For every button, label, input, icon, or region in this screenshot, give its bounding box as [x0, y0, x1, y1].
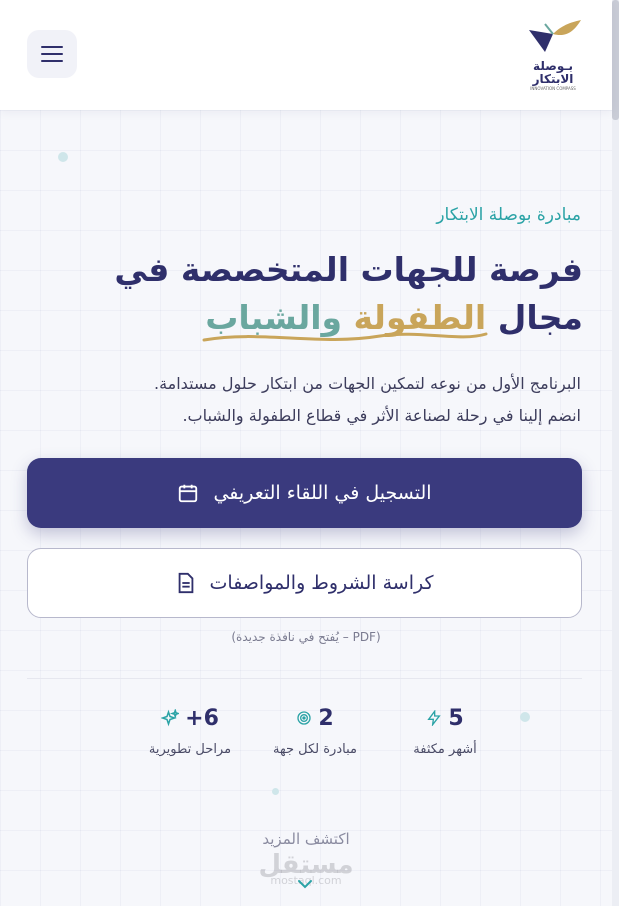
- decorative-dot: [520, 712, 530, 722]
- stat-label: أشهر مكثفة: [413, 742, 477, 757]
- divider: [27, 678, 582, 679]
- stat-value: 6+: [185, 705, 219, 731]
- headline-line-2-prefix: مجال: [497, 298, 583, 337]
- logo-text-bottom: الابتكار: [532, 72, 574, 86]
- stats-row: 5 أشهر مكثفة 2 مبادرة لكل جهة 6+ مراحل ت…: [140, 700, 480, 770]
- stat-initiatives: 2 مبادرة لكل جهة: [260, 700, 370, 758]
- hero-description: البرنامج الأول من نوعه لتمكين الجهات من …: [21, 368, 581, 432]
- headline-line-1: فرصة للجهات المتخصصة في: [114, 250, 583, 289]
- hamburger-icon: [41, 45, 63, 63]
- register-button[interactable]: التسجيل في اللقاء التعريفي: [27, 458, 582, 528]
- discover-more-link[interactable]: اكتشف المزيد: [0, 830, 612, 848]
- sparkles-icon: [161, 709, 180, 727]
- stat-value: 2: [318, 705, 334, 731]
- terms-button-label: كراسة الشروط والمواصفات: [209, 572, 434, 594]
- register-button-label: التسجيل في اللقاء التعريفي: [213, 482, 432, 504]
- eyebrow-label: مبادرة بوصلة الابتكار: [436, 205, 581, 225]
- logo[interactable]: بـوصلة الابتكار INNOVATION COMPASS: [520, 16, 586, 96]
- stat-value: 5: [448, 705, 464, 731]
- scrollbar[interactable]: [612, 0, 619, 906]
- description-line-1: البرنامج الأول من نوعه لتمكين الجهات من …: [154, 374, 581, 393]
- compass-logo-icon: [529, 20, 581, 52]
- document-icon: [178, 572, 193, 594]
- logo-subtext: INNOVATION COMPASS: [530, 86, 576, 91]
- description-line-2: انضم إلينا في رحلة لصناعة الأثر في قطاع …: [182, 406, 581, 425]
- terms-document-button[interactable]: كراسة الشروط والمواصفات: [27, 548, 582, 618]
- site-header: بـوصلة الابتكار INNOVATION COMPASS: [0, 0, 612, 110]
- stat-months: 5 أشهر مكثفة: [390, 700, 500, 758]
- stat-label: مبادرة لكل جهة: [273, 742, 357, 757]
- lightning-icon: [427, 710, 442, 726]
- decorative-dot: [58, 152, 68, 162]
- stat-label: مراحل تطويرية: [148, 742, 232, 757]
- scrollbar-thumb[interactable]: [612, 0, 619, 120]
- decorative-dot: [272, 788, 279, 795]
- pdf-note: (PDF – يُفتح في نافذة جديدة): [231, 630, 381, 644]
- chevron-down-icon[interactable]: [296, 878, 314, 890]
- target-icon: [297, 711, 312, 725]
- headline-underline-decoration: [202, 332, 488, 342]
- menu-button[interactable]: [27, 30, 77, 78]
- stat-phases: 6+ مراحل تطويرية: [135, 700, 245, 758]
- calendar-icon: [179, 484, 198, 503]
